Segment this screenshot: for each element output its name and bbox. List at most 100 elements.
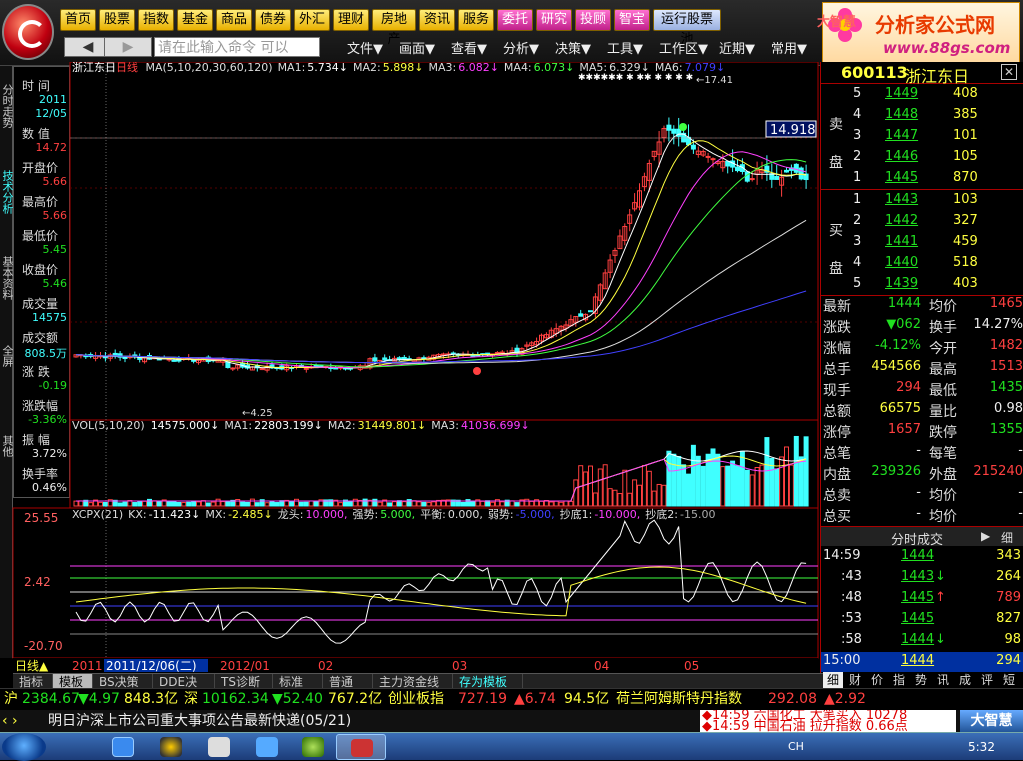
period-switch[interactable]: 日线▲: [15, 659, 49, 673]
high-label: ←17.41: [696, 75, 733, 86]
menu-button[interactable]: 指数: [138, 9, 174, 31]
candle-body: [122, 357, 128, 360]
candle-body: [690, 144, 696, 150]
trade-volume: 264: [996, 569, 1021, 584]
buy-volume: 518: [953, 255, 978, 270]
clock[interactable]: 5:32: [968, 740, 995, 754]
trade-time: 14:59: [823, 548, 861, 563]
ticker-item: 94.5亿: [564, 691, 610, 707]
app-icon-2[interactable]: [256, 737, 278, 757]
quote-tab[interactable]: 成: [955, 672, 975, 688]
language-indicator[interactable]: CH: [788, 740, 804, 753]
quote-tab[interactable]: 讯: [933, 672, 953, 688]
quote-tab[interactable]: 指: [889, 672, 909, 688]
app-icon-1[interactable]: [208, 737, 230, 757]
ma-label: MA1:: [278, 62, 306, 74]
vol-label: VOL(5,10,20): [72, 419, 145, 432]
toolbar-menu[interactable]: 画面▼: [399, 38, 435, 57]
x-axis-label: 2011: [72, 659, 103, 673]
scroll-arrows-icon[interactable]: ‹ ›: [2, 710, 18, 732]
buy-price[interactable]: 1439: [885, 276, 918, 291]
stat-label: 涨幅: [823, 341, 851, 357]
trade-arrow: ↑: [935, 590, 946, 605]
stat-value: -: [916, 443, 921, 458]
forward-button[interactable]: ▶: [104, 37, 152, 57]
volume-bar: [739, 450, 745, 507]
toolbar-menu[interactable]: 常用▼: [771, 38, 807, 57]
x-axis-label: 02: [318, 659, 333, 673]
app-icon-3[interactable]: [302, 737, 324, 757]
trade-time: 15:00: [823, 653, 861, 668]
close-icon[interactable]: ✕: [1001, 64, 1017, 80]
buy-price[interactable]: 1443: [885, 192, 918, 207]
menu-button[interactable]: 服务: [458, 9, 494, 31]
alert-box[interactable]: ◆14:59 六国化工 大笔买入 10278 ◆14:59 中国石油 拉升指数 …: [700, 710, 956, 732]
volume-bar: [313, 500, 319, 507]
quote-tab[interactable]: 细: [823, 672, 843, 688]
sell-price[interactable]: 1448: [885, 107, 918, 122]
detail-button[interactable]: 细: [1001, 529, 1013, 546]
buy-volume: 459: [953, 234, 978, 249]
trade-price: 1443: [901, 569, 935, 584]
menu-button[interactable]: 运行股票池: [653, 9, 721, 47]
qq-icon[interactable]: [160, 737, 182, 757]
chart-area[interactable]: 浙江东日日线 MA(5,10,20,30,60,120) MA1: 5.734↓ MA…: [0, 62, 820, 674]
dzh-badge[interactable]: 大智慧: [960, 710, 1023, 732]
toolbar-menu[interactable]: 查看▼: [451, 38, 487, 57]
toolbar-menu[interactable]: 工具▼: [607, 38, 643, 57]
volume-bar: [793, 435, 799, 507]
stat-label: 跌停: [929, 425, 957, 441]
quote-tab[interactable]: 评: [977, 672, 997, 688]
volume-bar: [254, 502, 260, 507]
toolbar-menu[interactable]: 分析▼: [503, 38, 539, 57]
news-notice[interactable]: 明日沪深上市公司重大事项公告最新快递(05/21): [48, 710, 351, 732]
active-window-button[interactable]: [336, 734, 386, 760]
toolbar-menu[interactable]: 近期▼: [719, 38, 755, 57]
menu-button[interactable]: 外汇: [294, 9, 330, 31]
menu-button[interactable]: 股票: [99, 9, 135, 31]
buy-price[interactable]: 1441: [885, 234, 918, 249]
quote-tab[interactable]: 财: [845, 672, 865, 688]
quote-tab[interactable]: 短: [999, 672, 1019, 688]
volume-bar: [274, 502, 280, 507]
menu-button[interactable]: 资讯: [419, 9, 455, 31]
buy-price[interactable]: 1442: [885, 213, 918, 228]
menu-button[interactable]: 投顾: [575, 9, 611, 31]
toolbar-menu[interactable]: 决策▼: [555, 38, 591, 57]
volume-bar: [122, 501, 128, 507]
quote-tab[interactable]: 价: [867, 672, 887, 688]
toolbar-menu[interactable]: 文件▼: [347, 38, 383, 57]
stat-label: 总卖: [823, 488, 851, 504]
sell-price[interactable]: 1446: [885, 149, 918, 164]
menu-button[interactable]: 房地产: [372, 9, 416, 47]
toolbar-menu[interactable]: 工作区▼: [659, 38, 708, 57]
menu-button[interactable]: 首页: [60, 9, 96, 31]
menu-button[interactable]: 理财: [333, 9, 369, 31]
menu-button[interactable]: 委托: [497, 9, 533, 31]
volume-header: VOL(5,10,20) 14575.000↓ MA1: 22803.199↓ MA2:…: [72, 419, 530, 432]
sell-price[interactable]: 1449: [885, 86, 918, 101]
menu-button[interactable]: 基金: [177, 9, 213, 31]
divider: [821, 189, 1023, 190]
sell-price[interactable]: 1445: [885, 170, 918, 185]
play-icon[interactable]: ▶: [981, 529, 990, 543]
volume-bar: [730, 460, 736, 507]
menu-button[interactable]: 商品: [216, 9, 252, 31]
candle-body: [259, 368, 265, 371]
ie-icon[interactable]: [112, 737, 134, 757]
quote-tab[interactable]: 势: [911, 672, 931, 688]
menu-button[interactable]: 智宝: [614, 9, 650, 31]
app-logo-icon[interactable]: [2, 4, 54, 60]
ind-y-label: 2.42: [24, 575, 51, 589]
start-button[interactable]: [2, 733, 46, 761]
stat-label: 现手: [823, 383, 851, 399]
sell-price[interactable]: 1447: [885, 128, 918, 143]
menu-button[interactable]: 债券: [255, 9, 291, 31]
trades-header: 分时成交 ▶ 细: [821, 526, 1023, 548]
buy-price[interactable]: 1440: [885, 255, 918, 270]
command-input[interactable]: 请在此输入命令 可以: [154, 37, 320, 57]
menu-button[interactable]: 研究: [536, 9, 572, 31]
stat-value: -: [1018, 443, 1023, 458]
stat-value: 1465: [989, 296, 1023, 311]
stat-value: 294: [896, 380, 921, 395]
